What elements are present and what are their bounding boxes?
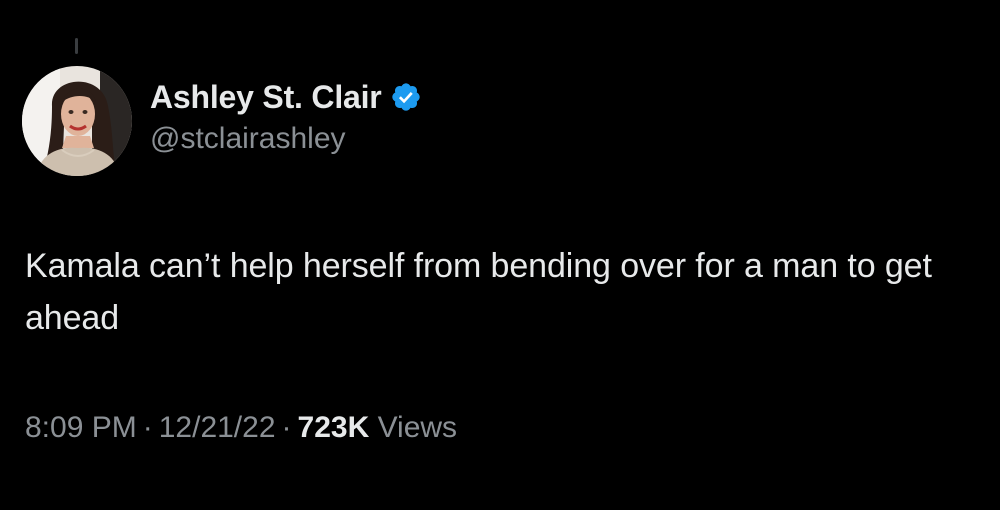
tweet-meta: 8:09 PM · 12/21/22 · 723K Views xyxy=(25,408,457,448)
user-handle[interactable]: @stclairashley xyxy=(150,119,422,159)
avatar[interactable] xyxy=(22,66,132,176)
verified-badge-icon xyxy=(390,81,422,113)
thread-connector-line xyxy=(75,38,78,54)
user-identity: Ashley St. Clair @stclairashley xyxy=(150,77,422,159)
name-row: Ashley St. Clair xyxy=(150,77,422,117)
meta-separator: · xyxy=(142,411,153,444)
tweet-text: Kamala can’t help herself from bending o… xyxy=(25,247,932,337)
views-label[interactable]: Views xyxy=(378,411,457,444)
avatar-photo xyxy=(22,66,132,176)
views-count[interactable]: 723K xyxy=(298,411,370,444)
tweet-header: Ashley St. Clair @stclairashley xyxy=(22,66,422,176)
tweet-time[interactable]: 8:09 PM xyxy=(25,411,137,444)
meta-separator: · xyxy=(281,411,292,444)
display-name[interactable]: Ashley St. Clair xyxy=(150,77,382,117)
tweet-date[interactable]: 12/21/22 xyxy=(159,411,276,444)
